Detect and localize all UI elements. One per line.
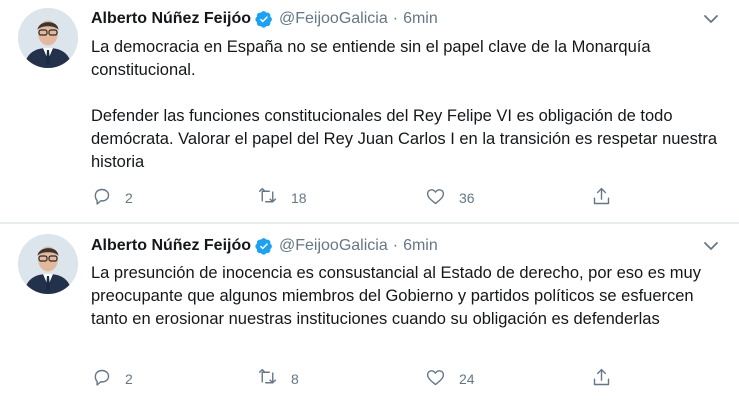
like-icon — [425, 186, 446, 210]
tweet-actions: 2 18 36 — [91, 186, 651, 210]
retweet-icon — [257, 186, 278, 210]
tweet-text: La democracia en España no se entiende s… — [91, 36, 721, 174]
reply-button[interactable]: 2 — [91, 367, 133, 391]
tweet-paragraph: La presunción de inocencia es consustanc… — [91, 264, 701, 328]
retweet-button[interactable]: 8 — [257, 367, 299, 391]
tweet[interactable]: Alberto Núñez Feijóo @FeijooGalicia · 6m… — [0, 0, 739, 222]
retweet-icon — [257, 367, 278, 391]
like-button[interactable]: 24 — [425, 367, 475, 391]
reply-icon — [91, 367, 112, 391]
verified-badge-icon — [255, 237, 273, 255]
like-count: 24 — [459, 371, 475, 387]
retweet-button[interactable]: 18 — [257, 186, 307, 210]
header-separator: · — [392, 237, 399, 254]
author-name[interactable]: Alberto Núñez Feijóo — [91, 10, 251, 28]
author-handle[interactable]: @FeijooGalicia — [279, 237, 388, 255]
tweet[interactable]: Alberto Núñez Feijóo @FeijooGalicia · 6m… — [0, 224, 739, 403]
tweet-header: Alberto Núñez Feijóo @FeijooGalicia · 6m… — [91, 7, 715, 31]
like-icon — [425, 367, 446, 391]
avatar[interactable] — [18, 234, 78, 294]
reply-icon — [91, 186, 112, 210]
like-count: 36 — [459, 190, 475, 206]
share-button[interactable] — [591, 367, 612, 391]
tweet-timestamp[interactable]: 6min — [403, 10, 438, 28]
avatar[interactable] — [18, 8, 78, 68]
share-icon — [591, 186, 612, 210]
reply-count: 2 — [125, 371, 133, 387]
tweet-actions: 2 8 24 — [91, 367, 651, 391]
share-icon — [591, 367, 612, 391]
author-name[interactable]: Alberto Núñez Feijóo — [91, 237, 251, 255]
tweet-timestamp[interactable]: 6min — [403, 237, 438, 255]
author-handle[interactable]: @FeijooGalicia — [279, 10, 388, 28]
tweet-paragraph: Defender las funciones constitucionales … — [91, 107, 718, 171]
tweet-thread: Alberto Núñez Feijóo @FeijooGalicia · 6m… — [0, 0, 739, 403]
reply-button[interactable]: 2 — [91, 186, 133, 210]
tweet-text: La presunción de inocencia es consustanc… — [91, 262, 721, 331]
retweet-count: 18 — [291, 190, 307, 206]
share-button[interactable] — [591, 186, 612, 210]
retweet-count: 8 — [291, 371, 299, 387]
reply-count: 2 — [125, 190, 133, 206]
chevron-down-icon[interactable] — [703, 238, 719, 254]
like-button[interactable]: 36 — [425, 186, 475, 210]
verified-badge-icon — [255, 10, 273, 28]
chevron-down-icon[interactable] — [703, 11, 719, 27]
tweet-header: Alberto Núñez Feijóo @FeijooGalicia · 6m… — [91, 234, 715, 258]
header-separator: · — [392, 10, 399, 27]
tweet-paragraph: La democracia en España no se entiende s… — [91, 38, 651, 79]
